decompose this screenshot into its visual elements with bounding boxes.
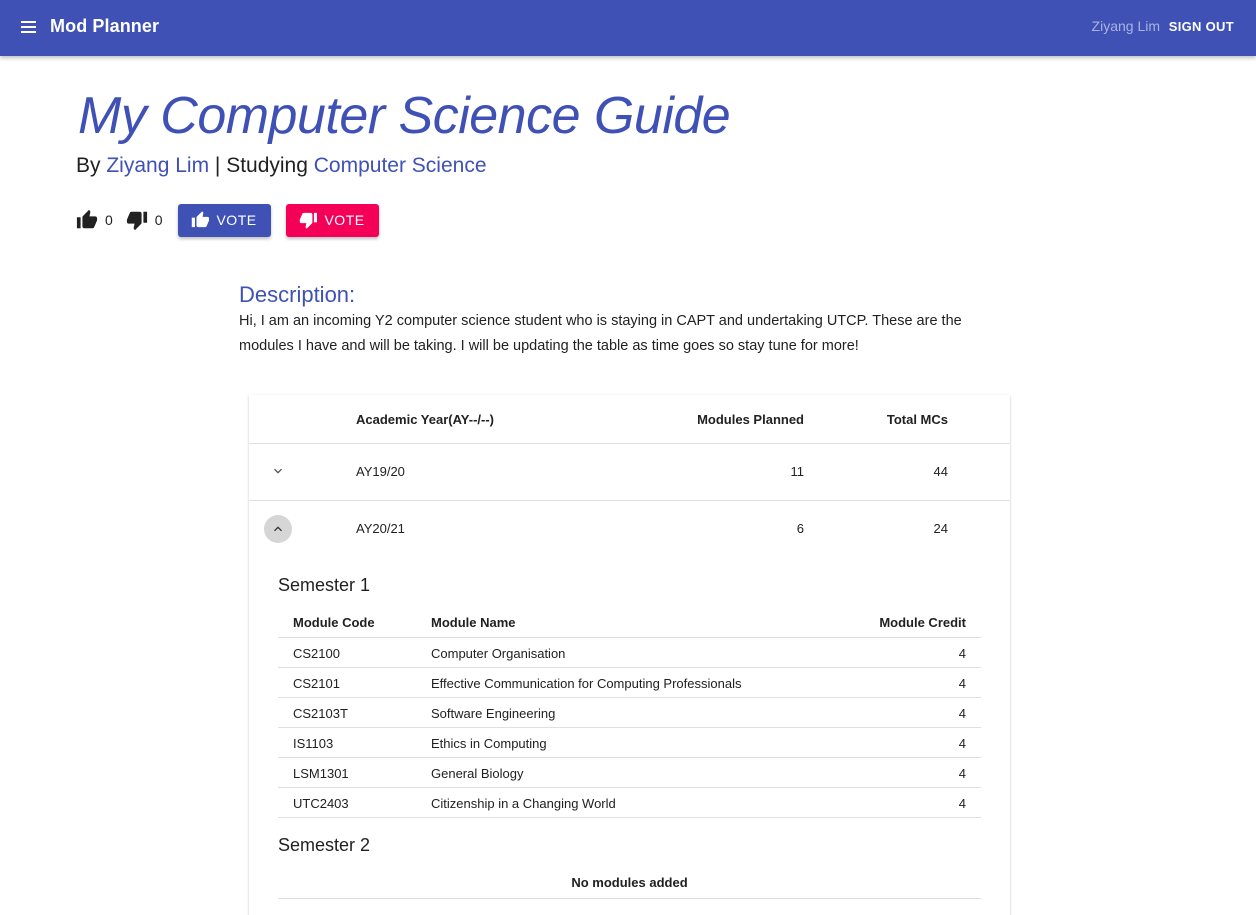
semester-2-empty-message: No modules added bbox=[278, 865, 981, 899]
module-name: Software Engineering bbox=[431, 706, 556, 721]
module-name: Effective Communication for Computing Pr… bbox=[431, 676, 742, 691]
description-heading: Description: bbox=[239, 282, 356, 307]
module-credit: 4 bbox=[958, 766, 966, 781]
thumb-up-icon bbox=[76, 209, 98, 229]
studying-prefix: | Studying bbox=[214, 154, 308, 177]
modules-cell: 11 bbox=[790, 464, 805, 479]
module-row: UTC2403 Citizenship in a Changing World … bbox=[278, 788, 981, 818]
upvote-number: 0 bbox=[105, 212, 113, 228]
semester-1-table: Module Code Module Name Module Credit CS… bbox=[278, 605, 981, 818]
academic-year-table: Academic Year(AY--/--) Modules Planned T… bbox=[249, 395, 1010, 915]
mcs-cell: 24 bbox=[933, 521, 948, 536]
table-row: AY20/21 6 24 bbox=[249, 501, 1010, 558]
chevron-up-icon[interactable] bbox=[264, 515, 292, 543]
header-modules: Modules Planned bbox=[697, 412, 804, 427]
module-code: IS1103 bbox=[293, 736, 334, 751]
description-text: Hi, I am an incoming Y2 computer science… bbox=[239, 313, 962, 354]
module-code: UTC2403 bbox=[293, 796, 349, 811]
by-prefix: By bbox=[76, 154, 101, 177]
thumb-down-icon bbox=[299, 212, 317, 229]
semester-1-title: Semester 1 bbox=[278, 575, 371, 595]
app-bar: Mod Planner Ziyang Lim SIGN OUT bbox=[0, 0, 1256, 56]
module-row: CS2101 Effective Communication for Compu… bbox=[278, 668, 981, 698]
byline: By Ziyang Lim | Studying Computer Scienc… bbox=[76, 154, 487, 178]
module-row: IS1103 Ethics in Computing 4 bbox=[278, 728, 981, 758]
downvote-number: 0 bbox=[154, 212, 163, 228]
module-code: CS2100 bbox=[293, 646, 340, 661]
year-cell: AY19/20 bbox=[356, 464, 405, 479]
module-name: Computer Organisation bbox=[431, 646, 566, 661]
module-row: CS2103T Software Engineering 4 bbox=[278, 698, 981, 728]
module-name: Citizenship in a Changing World bbox=[431, 796, 616, 811]
module-row: CS2100 Computer Organisation 4 bbox=[278, 638, 981, 668]
semester-2-title: Semester 2 bbox=[278, 835, 371, 855]
mcs-cell: 44 bbox=[933, 464, 948, 479]
header-module-name: Module Name bbox=[431, 615, 516, 630]
module-credit: 4 bbox=[958, 736, 966, 751]
thumb-down-icon bbox=[126, 211, 147, 231]
vote-bar: 0 0 VOTE VOTE bbox=[76, 203, 379, 237]
menu-icon[interactable] bbox=[18, 17, 40, 39]
author-link[interactable]: Ziyang Lim bbox=[106, 154, 209, 177]
app-title: Mod Planner bbox=[50, 16, 160, 36]
upvote-button[interactable]: VOTE bbox=[177, 203, 271, 237]
major-link[interactable]: Computer Science bbox=[314, 154, 487, 177]
module-table-header: Module Code Module Name Module Credit bbox=[278, 605, 981, 638]
table-row: AY19/20 11 44 bbox=[249, 444, 1010, 501]
upvote-label: VOTE bbox=[216, 212, 257, 228]
header-module-code: Module Code bbox=[293, 615, 375, 630]
module-name: General Biology bbox=[431, 766, 524, 781]
downvote-count: 0 bbox=[126, 209, 163, 231]
module-credit: 4 bbox=[958, 646, 966, 661]
downvote-button[interactable]: VOTE bbox=[285, 203, 379, 237]
downvote-label: VOTE bbox=[324, 212, 365, 228]
chevron-down-icon[interactable] bbox=[264, 457, 292, 485]
modules-cell: 6 bbox=[796, 521, 804, 536]
module-name: Ethics in Computing bbox=[431, 736, 547, 751]
user-name: Ziyang Lim bbox=[1091, 18, 1160, 34]
module-code: CS2101 bbox=[293, 676, 340, 691]
header-mcs: Total MCs bbox=[886, 412, 948, 427]
module-row: LSM1301 General Biology 4 bbox=[278, 758, 981, 788]
table-header-row: Academic Year(AY--/--) Modules Planned T… bbox=[249, 395, 1010, 444]
guide-title: My Computer Science Guide bbox=[78, 87, 731, 145]
module-credit: 4 bbox=[958, 676, 966, 691]
module-code: LSM1301 bbox=[293, 766, 349, 781]
module-code: CS2103T bbox=[293, 706, 348, 721]
year-cell: AY20/21 bbox=[356, 521, 405, 536]
header-module-credit: Module Credit bbox=[879, 615, 966, 630]
header-year: Academic Year(AY--/--) bbox=[356, 412, 495, 427]
upvote-count: 0 bbox=[76, 209, 113, 231]
sign-out-button[interactable]: SIGN OUT bbox=[1169, 19, 1234, 34]
module-credit: 4 bbox=[958, 706, 966, 721]
module-credit: 4 bbox=[958, 796, 966, 811]
thumb-up-icon bbox=[191, 211, 209, 228]
